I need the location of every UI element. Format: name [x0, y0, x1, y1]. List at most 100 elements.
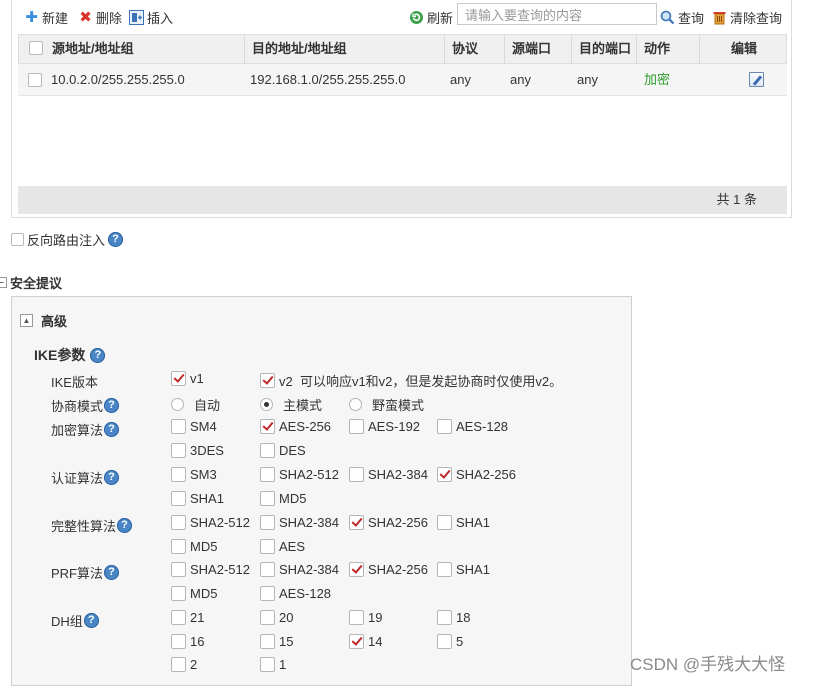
dh-2[interactable]: 2 [171, 657, 197, 672]
mode-auto[interactable]: 自动 [171, 395, 220, 414]
checkbox[interactable] [260, 539, 275, 554]
integ-aes[interactable]: AES [260, 539, 305, 554]
integ-sha1[interactable]: SHA1 [437, 515, 490, 530]
reverse-route-option[interactable]: 反向路由注入 ? [11, 230, 124, 249]
checkbox[interactable] [437, 562, 452, 577]
mode-main[interactable]: 主模式 [260, 395, 322, 414]
checkbox[interactable] [171, 443, 186, 458]
checkbox[interactable] [171, 634, 186, 649]
dh-21[interactable]: 21 [171, 610, 204, 625]
mode-aggressive[interactable]: 野蛮模式 [349, 395, 424, 414]
dh-14[interactable]: 14 [349, 634, 382, 649]
checkbox[interactable] [171, 562, 186, 577]
checkbox[interactable] [349, 634, 364, 649]
ike-version-v2[interactable]: v2 可以响应v1和v2，但是发起协商时仅使用v2。 [260, 371, 562, 390]
auth-sm3[interactable]: SM3 [171, 467, 217, 482]
checkbox[interactable] [349, 610, 364, 625]
checkbox[interactable] [437, 467, 452, 482]
collapse-icon[interactable]: ▲ [20, 314, 33, 327]
checkbox[interactable] [171, 491, 186, 506]
checkbox[interactable] [260, 467, 275, 482]
col-header-edit[interactable]: 编辑 [699, 35, 788, 63]
radio[interactable] [349, 398, 362, 411]
enc-sm4[interactable]: SM4 [171, 419, 217, 434]
dh-20[interactable]: 20 [260, 610, 293, 625]
auth-sha2-512[interactable]: SHA2-512 [260, 467, 339, 482]
checkbox[interactable] [349, 467, 364, 482]
enc-aes256[interactable]: AES-256 [260, 419, 331, 434]
help-icon[interactable]: ? [117, 518, 133, 533]
integ-sha2-512[interactable]: SHA2-512 [171, 515, 250, 530]
new-button[interactable]: ✚ 新建 [24, 8, 68, 26]
dh-5[interactable]: 5 [437, 634, 463, 649]
enc-des[interactable]: DES [260, 443, 306, 458]
help-icon[interactable]: ? [90, 347, 106, 363]
integ-sha2-384[interactable]: SHA2-384 [260, 515, 339, 530]
col-header-dst-port[interactable]: 目的端口 [571, 35, 631, 63]
col-header-src-port[interactable]: 源端口 [504, 35, 551, 63]
checkbox[interactable] [260, 515, 275, 530]
col-header-src[interactable]: 源地址/地址组 [45, 35, 134, 63]
dh-19[interactable]: 19 [349, 610, 382, 625]
prf-sha2-256[interactable]: SHA2-256 [349, 562, 428, 577]
help-icon[interactable]: ? [108, 232, 124, 247]
dh-18[interactable]: 18 [437, 610, 470, 625]
security-proposal-heading[interactable]: − 安全提议 [0, 273, 62, 292]
auth-sha2-384[interactable]: SHA2-384 [349, 467, 428, 482]
checkbox[interactable] [171, 467, 186, 482]
prf-aes128[interactable]: AES-128 [260, 586, 331, 601]
auth-sha1[interactable]: SHA1 [171, 491, 224, 506]
checkbox[interactable] [260, 586, 275, 601]
help-icon[interactable]: ? [104, 565, 120, 580]
search-input[interactable]: 请输入要查询的内容 [457, 3, 657, 25]
checkbox[interactable] [349, 562, 364, 577]
auth-md5[interactable]: MD5 [260, 491, 306, 506]
checkbox[interactable] [437, 515, 452, 530]
table-row[interactable]: 10.0.2.0/255.255.255.0 192.168.1.0/255.2… [18, 64, 787, 96]
refresh-button[interactable]: 刷新 [409, 8, 453, 26]
enc-aes128[interactable]: AES-128 [437, 419, 508, 434]
help-icon[interactable]: ? [104, 470, 120, 485]
ike-version-v1[interactable]: v1 [171, 371, 204, 386]
edit-icon[interactable] [749, 72, 764, 87]
checkbox[interactable] [171, 657, 186, 672]
checkbox[interactable] [437, 634, 452, 649]
enc-3des[interactable]: 3DES [171, 443, 224, 458]
checkbox[interactable] [171, 586, 186, 601]
prf-md5[interactable]: MD5 [171, 586, 217, 601]
col-header-action[interactable]: 动作 [636, 35, 670, 63]
reverse-route-checkbox[interactable] [11, 233, 24, 246]
row-checkbox[interactable] [28, 73, 42, 87]
checkbox[interactable] [260, 491, 275, 506]
col-header-dst[interactable]: 目的地址/地址组 [244, 35, 347, 63]
checkbox[interactable] [171, 539, 186, 554]
checkbox[interactable] [171, 371, 186, 386]
radio[interactable] [171, 398, 184, 411]
prf-sha2-384[interactable]: SHA2-384 [260, 562, 339, 577]
checkbox[interactable] [260, 373, 275, 388]
checkbox[interactable] [260, 419, 275, 434]
insert-button[interactable]: 插入 [129, 8, 173, 26]
clear-query-button[interactable]: 清除查询 [712, 8, 782, 26]
checkbox[interactable] [260, 443, 275, 458]
checkbox[interactable] [260, 634, 275, 649]
prf-sha1[interactable]: SHA1 [437, 562, 490, 577]
prf-sha2-512[interactable]: SHA2-512 [171, 562, 250, 577]
radio[interactable] [260, 398, 273, 411]
dh-15[interactable]: 15 [260, 634, 293, 649]
dh-16[interactable]: 16 [171, 634, 204, 649]
help-icon[interactable]: ? [83, 613, 99, 628]
delete-button[interactable]: ✖ 删除 [78, 8, 122, 26]
checkbox[interactable] [171, 610, 186, 625]
checkbox[interactable] [349, 515, 364, 530]
checkbox[interactable] [437, 610, 452, 625]
enc-aes192[interactable]: AES-192 [349, 419, 420, 434]
checkbox[interactable] [171, 419, 186, 434]
checkbox[interactable] [260, 657, 275, 672]
query-button[interactable]: 查询 [660, 8, 704, 26]
col-header-protocol[interactable]: 协议 [444, 35, 478, 63]
integ-md5[interactable]: MD5 [171, 539, 217, 554]
checkbox[interactable] [171, 515, 186, 530]
help-icon[interactable]: ? [104, 422, 120, 437]
advanced-header[interactable]: ▲ 高级 [20, 311, 67, 330]
